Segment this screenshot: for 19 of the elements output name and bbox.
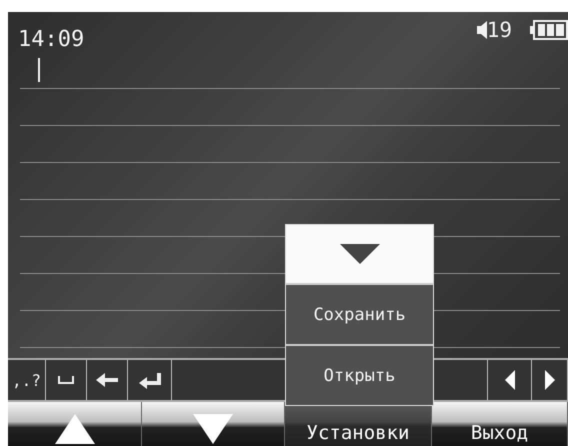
down-triangle-icon (340, 244, 380, 264)
punctuation-key[interactable]: ,.? (12, 370, 41, 390)
up-triangle-icon (54, 414, 94, 444)
right-triangle-icon[interactable] (544, 369, 556, 391)
left-arrow-icon[interactable] (95, 372, 119, 388)
battery-icon (530, 20, 568, 40)
volume-level: 19 (486, 18, 512, 42)
menu-item[interactable]: Сохранить (286, 283, 433, 344)
text-cursor (38, 58, 40, 82)
left-triangle-icon[interactable] (504, 369, 516, 391)
menu-item[interactable]: Открыть (286, 344, 433, 405)
scroll-down-button[interactable] (142, 402, 285, 446)
space-key-icon[interactable] (57, 375, 75, 385)
enter-icon[interactable] (138, 371, 162, 389)
speaker-icon (476, 21, 487, 39)
softkey-button[interactable]: Выход (432, 402, 568, 446)
scroll-up-button[interactable] (8, 402, 142, 446)
down-triangle-icon (193, 414, 233, 444)
clock-time: 14:09 (18, 26, 84, 52)
